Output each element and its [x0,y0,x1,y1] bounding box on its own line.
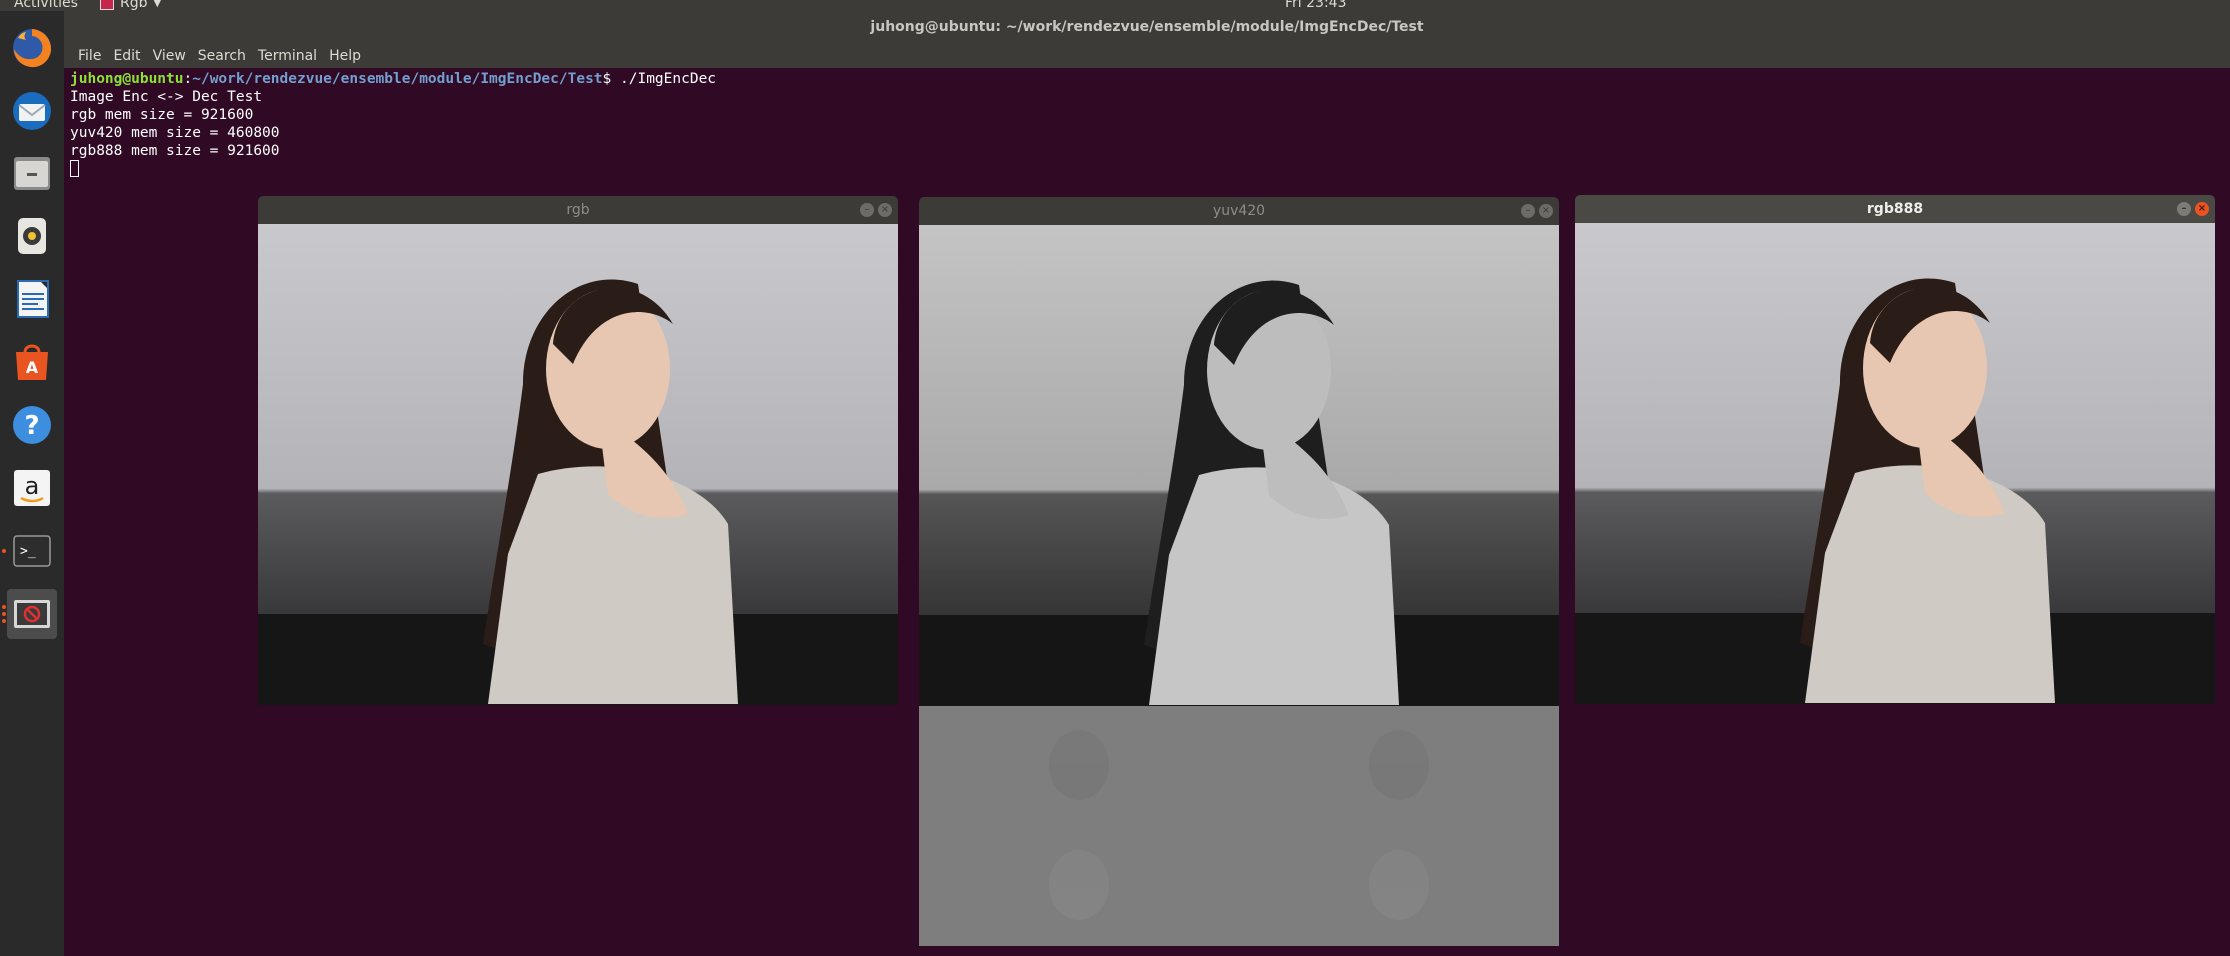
minimize-button[interactable]: – [1521,204,1535,218]
prompt-separator: : [183,71,193,87]
app-menu[interactable]: Rgb ▼ [100,0,161,11]
thunderbird-icon [13,92,51,130]
dock-item-firefox[interactable] [7,23,57,73]
chevron-down-icon: ▼ [153,0,162,9]
svg-text:>_: >_ [20,544,36,559]
menu-file[interactable]: File [72,46,107,68]
output-line: rgb mem size = 921600 [70,107,254,123]
rhythmbox-icon [18,218,46,254]
dock-item-rhythmbox[interactable] [7,211,57,261]
menu-edit[interactable]: Edit [107,46,146,68]
svg-text:a: a [25,472,40,500]
output-line: rgb888 mem size = 921600 [70,143,280,159]
libreoffice-writer-icon [17,280,49,318]
dock-item-terminal[interactable]: >_ [2,526,57,576]
image-viewer-icon [14,600,50,628]
svg-text:A: A [26,358,39,377]
dock-item-files[interactable] [7,148,57,198]
menu-view[interactable]: View [147,46,192,68]
app-menu-label: Rgb [120,0,148,11]
svg-text:?: ? [24,411,39,441]
dock-item-image-viewer[interactable] [2,589,57,639]
menu-help[interactable]: Help [323,46,367,68]
yuv420-window-titlebar[interactable]: yuv420 – × [919,197,1559,225]
dock-item-amazon[interactable]: a [7,463,57,513]
menu-search[interactable]: Search [192,46,252,68]
terminal-menubar: File Edit View Search Terminal Help [64,46,2230,68]
rgb888-window-title: rgb888 [1866,201,1924,217]
running-indicator [2,605,6,609]
running-indicator [2,619,6,623]
dock-item-thunderbird[interactable] [7,86,57,136]
rgb888-window-titlebar[interactable]: rgb888 – × [1575,195,2215,223]
terminal-icon: >_ [13,535,51,567]
activities-button[interactable]: Activities [14,0,78,11]
terminal-title: juhong@ubuntu: ~/work/rendezvue/ensemble… [870,19,1424,35]
files-icon [14,157,50,190]
amazon-icon: a [14,470,50,506]
rgb-window-title: rgb [566,202,590,218]
yuv420-image [919,225,1559,946]
rgb-window[interactable]: rgb – × [258,196,898,705]
dock-item-help[interactable]: ? [7,400,57,450]
portrait-image [1575,223,2215,704]
app-icon [100,0,114,10]
close-button[interactable]: × [878,203,892,217]
top-bar: Activities Rgb ▼ Fri 23:43 [0,0,2230,11]
running-indicator [2,549,6,553]
rgb888-image [1575,223,2215,704]
yuv-planes-image [919,225,1559,946]
close-button[interactable]: × [1539,204,1553,218]
rgb-window-titlebar[interactable]: rgb – × [258,196,898,224]
help-icon: ? [13,406,51,444]
firefox-icon [13,29,52,68]
portrait-image [258,224,898,705]
ubuntu-software-icon: A [16,344,48,380]
prompt-user: juhong@ubuntu [70,71,184,87]
prompt-command: $ ./ImgEncDec [602,71,717,87]
dock-item-software[interactable]: A [7,337,57,387]
output-line: Image Enc <-> Dec Test [70,89,263,105]
dock-item-writer[interactable] [7,274,57,324]
terminal-titlebar[interactable]: juhong@ubuntu: ~/work/rendezvue/ensemble… [64,11,2230,46]
dock: A ? a >_ [0,11,64,956]
minimize-button[interactable]: – [2177,202,2191,216]
clock[interactable]: Fri 23:43 [1285,0,1346,11]
terminal-cursor [70,160,79,177]
rgb888-window[interactable]: rgb888 – × [1575,195,2215,704]
prompt-line: juhong@ubuntu:~/work/rendezvue/ensemble/… [70,71,716,87]
terminal-output: juhong@ubuntu:~/work/rendezvue/ensemble/… [70,70,716,179]
close-button[interactable]: × [2195,202,2209,216]
output-line: yuv420 mem size = 460800 [70,125,280,141]
running-indicator [2,612,6,616]
prompt-path: ~/work/rendezvue/ensemble/module/ImgEncD… [192,71,603,87]
menu-terminal[interactable]: Terminal [252,46,323,68]
minimize-button[interactable]: – [860,203,874,217]
yuv420-window-title: yuv420 [1212,203,1266,219]
yuv420-window[interactable]: yuv420 – × [919,197,1559,946]
rgb-image [258,224,898,705]
